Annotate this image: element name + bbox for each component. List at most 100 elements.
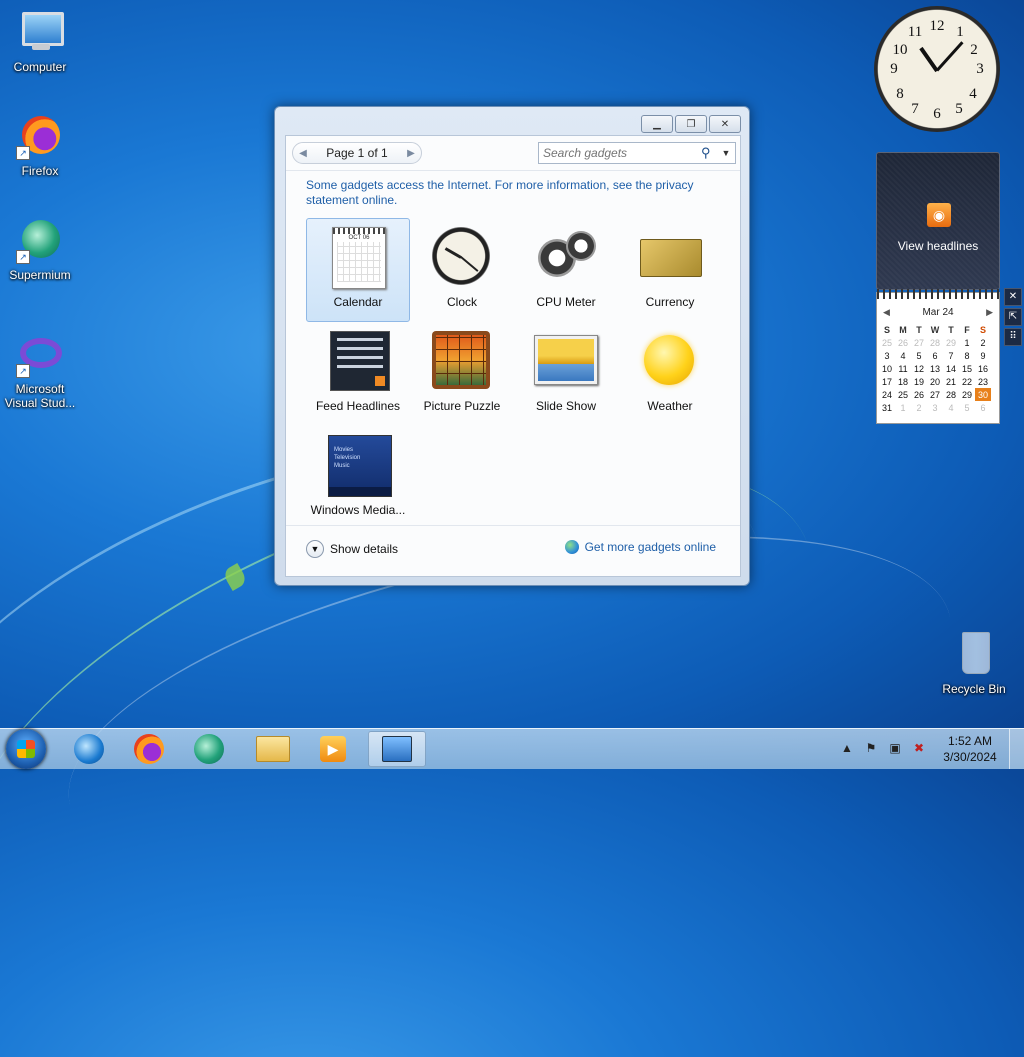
start-button[interactable]: [6, 729, 46, 769]
minimize-button[interactable]: ▁: [641, 115, 673, 133]
gadget-tile-slide-show[interactable]: Slide Show: [514, 322, 618, 426]
resize-icon[interactable]: ⇱: [1004, 308, 1022, 326]
calendar-day[interactable]: 3: [879, 349, 895, 362]
calendar-day[interactable]: 29: [943, 336, 959, 349]
calendar-day[interactable]: 7: [943, 349, 959, 362]
next-month-icon[interactable]: ▶: [986, 307, 993, 318]
calendar-day[interactable]: 29: [959, 388, 975, 401]
gadget-tile-weather[interactable]: Weather: [618, 322, 722, 426]
calendar-day[interactable]: 27: [911, 336, 927, 349]
calendar-day[interactable]: 6: [927, 349, 943, 362]
gadget-tile-clock[interactable]: Clock: [410, 218, 514, 322]
chevron-down-icon: ▼: [306, 540, 324, 558]
desktop-icon-firefox[interactable]: ↗ Firefox: [0, 112, 80, 178]
desktop-icon-visual-studio[interactable]: ↗ Microsoft Visual Stud...: [0, 330, 80, 410]
show-hidden-icons-icon[interactable]: ▲: [838, 741, 856, 757]
calendar-gadget[interactable]: ◀ Mar 24 ▶ S M T W T F S 25 26 27 28 29 1 2 3 4 5 6 7 8 9 10 1…: [876, 289, 1000, 424]
calendar-day[interactable]: 31: [879, 401, 895, 414]
restore-button[interactable]: ❐: [675, 115, 707, 133]
calendar-day[interactable]: 28: [927, 336, 943, 349]
close-button[interactable]: ✕: [709, 115, 741, 133]
clock-number: 1: [956, 24, 964, 40]
show-details-button[interactable]: ▼ Show details: [306, 540, 398, 558]
prev-month-icon[interactable]: ◀: [883, 307, 890, 318]
calendar-day[interactable]: 30: [975, 388, 991, 401]
taskbar: ▶ ▲ ⚑ ▣ ✖ 1:52 AM 3/30/2024: [0, 728, 1024, 769]
gadget-tile-currency[interactable]: Currency: [618, 218, 722, 322]
calendar-day[interactable]: 2: [975, 336, 991, 349]
show-desktop-button[interactable]: [1009, 729, 1024, 769]
calendar-day[interactable]: 5: [959, 401, 975, 414]
calendar-day[interactable]: 4: [895, 349, 911, 362]
calendar-day[interactable]: 16: [975, 362, 991, 375]
desktop-icon-supermium[interactable]: ↗ Supermium: [0, 216, 80, 282]
calendar-day[interactable]: 15: [959, 362, 975, 375]
gadget-tile-feed-headlines[interactable]: Feed Headlines: [306, 322, 410, 426]
calendar-day[interactable]: 8: [959, 349, 975, 362]
gadget-tile-label: Picture Puzzle: [423, 399, 501, 413]
chevron-down-icon[interactable]: ▼: [717, 144, 735, 162]
get-more-gadgets-link[interactable]: Get more gadgets online: [564, 540, 716, 554]
gadget-tile-cpu-meter[interactable]: CPU Meter: [514, 218, 618, 322]
next-page-icon[interactable]: ▶: [401, 148, 421, 159]
calendar-day[interactable]: 18: [895, 375, 911, 388]
calendar-day[interactable]: 23: [975, 375, 991, 388]
action-center-flag-icon[interactable]: ⚑: [862, 741, 880, 757]
search-icon[interactable]: ⚲: [701, 145, 717, 161]
calendar-day[interactable]: 21: [943, 375, 959, 388]
calendar-day[interactable]: 24: [879, 388, 895, 401]
calendar-day[interactable]: 25: [895, 388, 911, 401]
gadget-tile-windows-media[interactable]: Movies Television Music Windows Media...: [306, 426, 410, 530]
prev-page-icon[interactable]: ◀: [293, 148, 313, 159]
calendar-day[interactable]: 1: [895, 401, 911, 414]
feed-headlines-gadget[interactable]: ◉ View headlines: [876, 152, 1000, 290]
taskbar-button-supermium[interactable]: [180, 731, 238, 767]
desktop-icon-recycle-bin[interactable]: Recycle Bin: [934, 630, 1014, 696]
firefox-icon: ↗: [16, 112, 64, 160]
privacy-notice-link[interactable]: Some gadgets access the Internet. For mo…: [306, 178, 726, 208]
calendar-day[interactable]: 17: [879, 375, 895, 388]
calendar-day[interactable]: 19: [911, 375, 927, 388]
calendar-day[interactable]: 25: [879, 336, 895, 349]
globe-icon: [564, 540, 579, 554]
drag-handle-icon[interactable]: ⠿: [1004, 328, 1022, 346]
gadget-tile-picture-puzzle[interactable]: Picture Puzzle: [410, 322, 514, 426]
gadget-tile-label: Calendar: [333, 295, 383, 309]
volume-muted-icon[interactable]: ✖: [910, 741, 928, 757]
network-icon[interactable]: ▣: [886, 741, 904, 757]
calendar-day[interactable]: 3: [927, 401, 943, 414]
clock-gadget[interactable]: 12 1 2 3 4 5 6 7 8 9 10 11: [874, 6, 1000, 132]
calendar-day[interactable]: 10: [879, 362, 895, 375]
calendar-day[interactable]: 22: [959, 375, 975, 388]
calendar-day[interactable]: 13: [927, 362, 943, 375]
calendar-day[interactable]: 5: [911, 349, 927, 362]
search-input[interactable]: [539, 143, 701, 163]
taskbar-button-media-player[interactable]: ▶: [304, 731, 362, 767]
calendar-day[interactable]: 14: [943, 362, 959, 375]
taskbar-button-explorer[interactable]: [244, 731, 302, 767]
desktop-icon-computer[interactable]: Computer: [0, 8, 80, 74]
calendar-day[interactable]: 12: [911, 362, 927, 375]
taskbar-button-internet-explorer[interactable]: [60, 731, 118, 767]
calendar-day[interactable]: 20: [927, 375, 943, 388]
gadget-tile-calendar[interactable]: OCT 06 Calendar: [306, 218, 410, 322]
calendar-day[interactable]: 26: [911, 388, 927, 401]
calendar-day[interactable]: 6: [975, 401, 991, 414]
close-icon[interactable]: ✕: [1004, 288, 1022, 306]
supermium-icon: ↗: [16, 216, 64, 264]
get-more-label: Get more gadgets online: [584, 540, 716, 554]
calendar-day[interactable]: 26: [895, 336, 911, 349]
taskbar-button-firefox[interactable]: [120, 731, 178, 767]
taskbar-clock[interactable]: 1:52 AM 3/30/2024: [931, 733, 1009, 765]
calendar-day[interactable]: 2: [911, 401, 927, 414]
calendar-day[interactable]: 11: [895, 362, 911, 375]
calendar-rings: [877, 289, 999, 299]
calendar-day[interactable]: 1: [959, 336, 975, 349]
calendar-day[interactable]: 4: [943, 401, 959, 414]
taskbar-date: 3/30/2024: [943, 750, 997, 764]
calendar-weekday: S: [883, 324, 890, 335]
taskbar-button-gadgets[interactable]: [368, 731, 426, 767]
calendar-day[interactable]: 28: [943, 388, 959, 401]
calendar-day[interactable]: 9: [975, 349, 991, 362]
calendar-day[interactable]: 27: [927, 388, 943, 401]
